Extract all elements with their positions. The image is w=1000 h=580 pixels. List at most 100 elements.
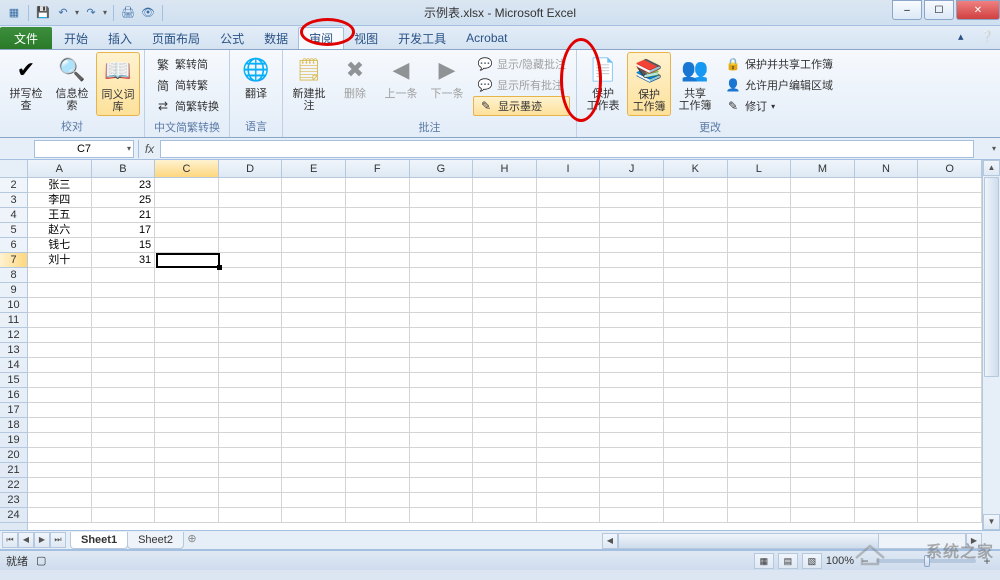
view-normal-button[interactable]: ▦	[754, 553, 774, 569]
cell-L18[interactable]	[728, 418, 792, 433]
cell-K7[interactable]	[664, 253, 728, 268]
cell-B19[interactable]	[92, 433, 156, 448]
cell-G2[interactable]	[410, 178, 474, 193]
cell-B5[interactable]: 17	[92, 223, 156, 238]
cell-I18[interactable]	[537, 418, 601, 433]
cell-J17[interactable]	[600, 403, 664, 418]
cell-J24[interactable]	[600, 508, 664, 523]
cell-C15[interactable]	[155, 373, 219, 388]
cell-O7[interactable]	[918, 253, 982, 268]
cell-H3[interactable]	[473, 193, 537, 208]
cell-E18[interactable]	[282, 418, 346, 433]
view-layout-button[interactable]: ▤	[778, 553, 798, 569]
cell-C9[interactable]	[155, 283, 219, 298]
cell-M11[interactable]	[791, 313, 855, 328]
cell-J9[interactable]	[600, 283, 664, 298]
cell-C24[interactable]	[155, 508, 219, 523]
cell-H23[interactable]	[473, 493, 537, 508]
sheet-tab-2[interactable]: Sheet2	[127, 532, 184, 549]
cell-C11[interactable]	[155, 313, 219, 328]
cell-B22[interactable]	[92, 478, 156, 493]
row-header-12[interactable]: 12	[0, 328, 27, 343]
cell-L3[interactable]	[728, 193, 792, 208]
cell-E17[interactable]	[282, 403, 346, 418]
cell-F23[interactable]	[346, 493, 410, 508]
sheet-nav-first[interactable]: ⏮	[2, 532, 18, 548]
cell-J7[interactable]	[600, 253, 664, 268]
cell-D16[interactable]	[219, 388, 283, 403]
cell-D24[interactable]	[219, 508, 283, 523]
cell-N3[interactable]	[855, 193, 919, 208]
cell-C5[interactable]	[155, 223, 219, 238]
share-workbook-button[interactable]: 👥 共享 工作簿	[673, 52, 717, 114]
cell-K24[interactable]	[664, 508, 728, 523]
cell-J6[interactable]	[600, 238, 664, 253]
cell-M13[interactable]	[791, 343, 855, 358]
cell-O21[interactable]	[918, 463, 982, 478]
cell-N22[interactable]	[855, 478, 919, 493]
cell-L21[interactable]	[728, 463, 792, 478]
tab-home[interactable]: 开始	[54, 27, 98, 49]
cell-D3[interactable]	[219, 193, 283, 208]
cell-O9[interactable]	[918, 283, 982, 298]
qat-extra-2[interactable]: 👁	[140, 5, 156, 21]
row-header-5[interactable]: 5	[0, 223, 27, 238]
cell-L4[interactable]	[728, 208, 792, 223]
cell-J18[interactable]	[600, 418, 664, 433]
cell-J8[interactable]	[600, 268, 664, 283]
cell-H14[interactable]	[473, 358, 537, 373]
cell-L17[interactable]	[728, 403, 792, 418]
cell-H10[interactable]	[473, 298, 537, 313]
jian-to-fan-button[interactable]: 简 简转繁	[151, 75, 223, 95]
cell-I11[interactable]	[537, 313, 601, 328]
redo-icon[interactable]: ↷	[83, 5, 99, 21]
h-scroll-track[interactable]	[618, 533, 966, 549]
protect-workbook-button[interactable]: 📚 保护 工作簿	[627, 52, 671, 116]
cell-F17[interactable]	[346, 403, 410, 418]
cell-F15[interactable]	[346, 373, 410, 388]
undo-dropdown[interactable]: ▾	[75, 8, 79, 17]
cell-C14[interactable]	[155, 358, 219, 373]
cell-E16[interactable]	[282, 388, 346, 403]
cell-O4[interactable]	[918, 208, 982, 223]
cell-N13[interactable]	[855, 343, 919, 358]
cell-K10[interactable]	[664, 298, 728, 313]
cell-B14[interactable]	[92, 358, 156, 373]
cell-B17[interactable]	[92, 403, 156, 418]
cell-L23[interactable]	[728, 493, 792, 508]
cell-A5[interactable]: 赵六	[28, 223, 92, 238]
row-header-24[interactable]: 24	[0, 508, 27, 523]
cell-F5[interactable]	[346, 223, 410, 238]
cell-E19[interactable]	[282, 433, 346, 448]
cell-O24[interactable]	[918, 508, 982, 523]
cell-M23[interactable]	[791, 493, 855, 508]
cell-D17[interactable]	[219, 403, 283, 418]
cell-M15[interactable]	[791, 373, 855, 388]
cell-I12[interactable]	[537, 328, 601, 343]
cell-J10[interactable]	[600, 298, 664, 313]
cell-I2[interactable]	[537, 178, 601, 193]
cell-N5[interactable]	[855, 223, 919, 238]
cell-F11[interactable]	[346, 313, 410, 328]
cell-I15[interactable]	[537, 373, 601, 388]
cell-A13[interactable]	[28, 343, 92, 358]
cell-F3[interactable]	[346, 193, 410, 208]
cell-I8[interactable]	[537, 268, 601, 283]
cell-O12[interactable]	[918, 328, 982, 343]
cell-O14[interactable]	[918, 358, 982, 373]
fill-handle[interactable]	[217, 265, 222, 270]
cell-E14[interactable]	[282, 358, 346, 373]
convert-button[interactable]: ⇄ 简繁转换	[151, 96, 223, 116]
cell-B12[interactable]	[92, 328, 156, 343]
col-header-D[interactable]: D	[219, 160, 283, 177]
spelling-button[interactable]: ✔ 拼写检查	[4, 52, 48, 114]
cell-J22[interactable]	[600, 478, 664, 493]
save-icon[interactable]: 💾	[35, 5, 51, 21]
cell-N23[interactable]	[855, 493, 919, 508]
cell-C2[interactable]	[155, 178, 219, 193]
cell-O5[interactable]	[918, 223, 982, 238]
cell-E11[interactable]	[282, 313, 346, 328]
col-header-K[interactable]: K	[664, 160, 728, 177]
view-pagebreak-button[interactable]: ▧	[802, 553, 822, 569]
cell-M2[interactable]	[791, 178, 855, 193]
